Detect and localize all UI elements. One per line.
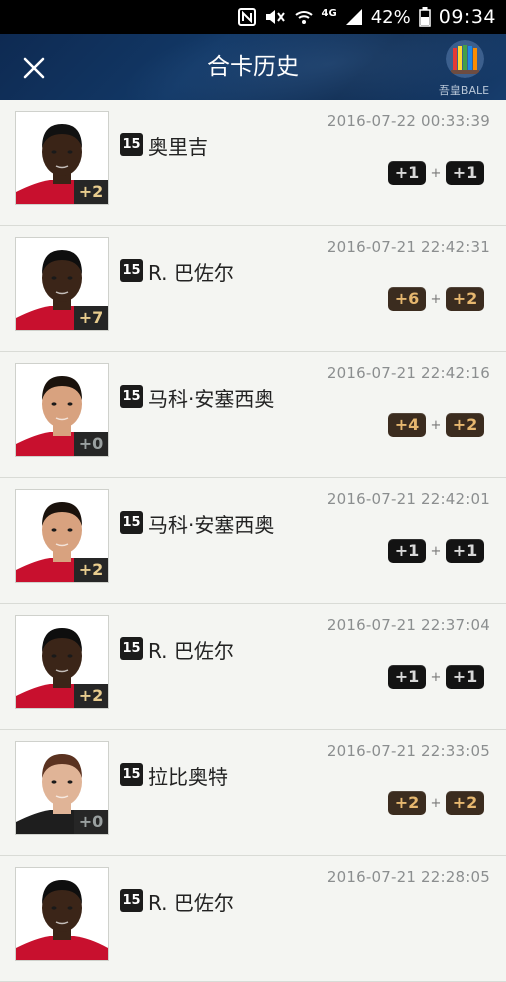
wifi-icon [294, 8, 314, 26]
merge-timestamp: 2016-07-21 22:42:16 [326, 364, 490, 382]
player-card-photo[interactable]: +0 [15, 363, 109, 457]
plus-sign: + [430, 795, 442, 811]
material-card-1[interactable]: +1 [388, 665, 426, 689]
merge-timestamp: 2016-07-21 22:33:05 [326, 742, 490, 760]
history-row[interactable]: +2 15 马科·安塞西奥 2016-07-21 22:42:01 +1 + +… [0, 478, 506, 604]
material-card-1[interactable]: +4 [388, 413, 426, 437]
player-card-photo[interactable]: +2 [15, 111, 109, 205]
user-name: 吾皇BALE [438, 84, 490, 97]
material-card-2[interactable]: +1 [446, 539, 484, 563]
card-level-badge: +2 [74, 180, 108, 204]
player-name: R. 巴佐尔 [148, 891, 234, 915]
status-bar: 4G 42% 09:34 [0, 0, 506, 34]
card-level-badge: +2 [74, 558, 108, 582]
player-card-photo[interactable]: +0 [15, 741, 109, 835]
season-badge: 15 [120, 385, 143, 408]
history-row[interactable]: +0 15 拉比奥特 2016-07-21 22:33:05 +2 + +2 [0, 730, 506, 856]
history-row[interactable]: 15 R. 巴佐尔 2016-07-21 22:28:05 + [0, 856, 506, 982]
card-level-badge: +0 [74, 810, 108, 834]
merge-materials: +1 + +1 [388, 539, 484, 563]
player-name: R. 巴佐尔 [148, 639, 234, 663]
app-header: 合卡历史 吾皇BALE [0, 34, 506, 100]
history-row[interactable]: +7 15 R. 巴佐尔 2016-07-21 22:42:31 +6 + +2 [0, 226, 506, 352]
season-badge: 15 [120, 637, 143, 660]
plus-sign: + [430, 291, 442, 307]
merge-materials: +1 + +1 [388, 161, 484, 185]
merge-materials: +1 + +1 [388, 665, 484, 689]
season-badge: 15 [120, 133, 143, 156]
mute-icon [264, 8, 286, 26]
player-portrait [16, 868, 108, 960]
merge-timestamp: 2016-07-21 22:37:04 [326, 616, 490, 634]
player-name: 拉比奥特 [148, 765, 228, 789]
player-name: 马科·安塞西奥 [148, 513, 275, 537]
merge-materials: +4 + +2 [388, 413, 484, 437]
signal-icon [345, 8, 363, 26]
clock: 09:34 [438, 6, 496, 28]
plus-sign: + [430, 165, 442, 181]
battery-percent: 42% [370, 6, 411, 28]
history-row[interactable]: +2 15 奥里吉 2016-07-22 00:33:39 +1 + +1 [0, 100, 506, 226]
plus-sign: + [430, 669, 442, 685]
card-level-badge: +2 [74, 684, 108, 708]
user-profile[interactable]: 吾皇BALE [434, 40, 494, 98]
material-card-2[interactable]: +2 [446, 287, 484, 311]
plus-sign: + [430, 417, 442, 433]
merge-history-list: +2 15 奥里吉 2016-07-22 00:33:39 +1 + +1 +7… [0, 100, 506, 982]
material-card-1[interactable]: +1 [388, 539, 426, 563]
merge-materials: +6 + +2 [388, 287, 484, 311]
player-card-photo[interactable]: +7 [15, 237, 109, 331]
card-level-badge: +0 [74, 432, 108, 456]
material-card-1[interactable]: +2 [388, 791, 426, 815]
season-badge: 15 [120, 259, 143, 282]
season-badge: 15 [120, 763, 143, 786]
avatar[interactable] [446, 40, 484, 78]
material-card-2[interactable]: +2 [446, 791, 484, 815]
merge-timestamp: 2016-07-21 22:42:31 [326, 238, 490, 256]
plus-sign: + [430, 543, 442, 559]
merge-timestamp: 2016-07-21 22:28:05 [326, 868, 490, 886]
player-name: 奥里吉 [148, 135, 208, 159]
material-card-2[interactable]: +1 [446, 161, 484, 185]
card-level-badge: +7 [74, 306, 108, 330]
season-badge: 15 [120, 889, 143, 912]
history-row[interactable]: +2 15 R. 巴佐尔 2016-07-21 22:37:04 +1 + +1 [0, 604, 506, 730]
material-card-1[interactable]: +6 [388, 287, 426, 311]
merge-timestamp: 2016-07-21 22:42:01 [326, 490, 490, 508]
history-row[interactable]: +0 15 马科·安塞西奥 2016-07-21 22:42:16 +4 + +… [0, 352, 506, 478]
network-type: 4G [321, 8, 337, 19]
player-card-photo[interactable]: +2 [15, 615, 109, 709]
battery-icon [418, 7, 431, 27]
material-card-2[interactable]: +2 [446, 413, 484, 437]
season-badge: 15 [120, 511, 143, 534]
player-card-photo[interactable]: +2 [15, 489, 109, 583]
player-name: R. 巴佐尔 [148, 261, 234, 285]
merge-timestamp: 2016-07-22 00:33:39 [326, 112, 490, 130]
player-name: 马科·安塞西奥 [148, 387, 275, 411]
merge-materials: +2 + +2 [388, 791, 484, 815]
player-card-photo[interactable] [15, 867, 109, 961]
nfc-icon [237, 8, 256, 26]
material-card-1[interactable]: +1 [388, 161, 426, 185]
material-card-2[interactable]: +1 [446, 665, 484, 689]
